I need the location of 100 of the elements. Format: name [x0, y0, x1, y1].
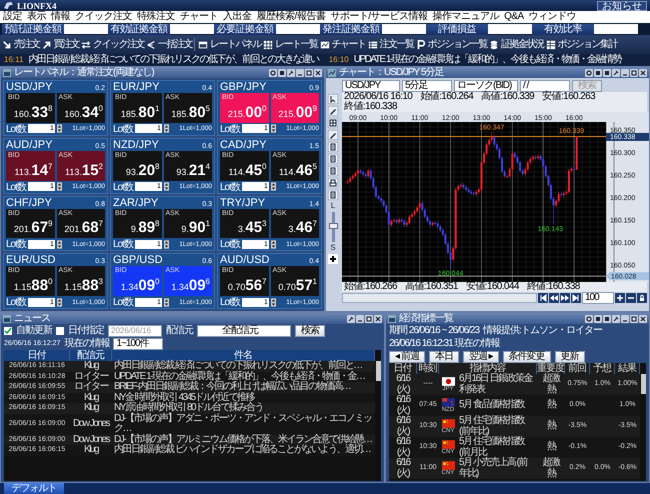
menu-item[interactable]: 特殊注文	[137, 11, 175, 23]
copy-icon[interactable]	[278, 68, 286, 76]
toolbar-button[interactable]: レートパネル	[194, 38, 261, 51]
menu-item[interactable]: 設定	[3, 11, 22, 23]
toolbar-button[interactable]: 証拠金状況	[489, 38, 544, 51]
document-icon[interactable]	[328, 154, 338, 164]
news-headline[interactable]: UPDATE 1-現在の金融環境は「緩和的」、今後も経済・物価・金融情勢	[354, 54, 622, 66]
spinner-icon[interactable]	[270, 298, 276, 306]
document-icon[interactable]	[328, 166, 338, 176]
menu-item[interactable]: チャート	[180, 11, 218, 23]
table-cell[interactable]: NY金 時間外取引 4345ドル付近で推移	[112, 392, 375, 403]
spinner-icon[interactable]	[56, 182, 62, 191]
range-select[interactable]: 1~100件	[113, 338, 164, 350]
spinner-icon[interactable]	[56, 124, 62, 134]
source-select[interactable]: 全配信元	[197, 324, 292, 336]
toolbar-button[interactable]: 翌週 ▸	[462, 350, 499, 362]
spinner-icon[interactable]	[270, 182, 276, 191]
pencil-icon[interactable]	[328, 130, 338, 140]
menu-item[interactable]: ウィンドウ	[528, 11, 576, 23]
lock-icon[interactable]	[637, 293, 647, 303]
toolbar-button[interactable]: 更新	[554, 350, 585, 362]
toolbar-button[interactable]: チャート	[320, 38, 366, 51]
menu-item[interactable]: 情報	[51, 11, 70, 23]
table-cell[interactable]: 6月16日 日銀政策金利発表	[457, 374, 537, 395]
cursor-icon[interactable]	[328, 94, 338, 104]
chart-icon[interactable]	[320, 40, 330, 50]
minimize-icon[interactable]	[621, 68, 629, 76]
close-icon[interactable]	[314, 68, 322, 76]
pencil-icon[interactable]	[328, 106, 338, 116]
toolbar-button[interactable]: レート一覧	[263, 38, 318, 51]
list-icon[interactable]	[368, 40, 378, 50]
notice-button[interactable]: お知らせ	[597, 0, 647, 10]
first-icon[interactable]	[538, 293, 548, 303]
minus-icon[interactable]	[626, 293, 636, 303]
table-icon[interactable]	[546, 40, 556, 50]
maximize-icon[interactable]	[365, 314, 373, 322]
coins-icon[interactable]	[489, 40, 499, 50]
rewind-icon[interactable]	[549, 293, 559, 303]
table-cell[interactable]: 5月 小売売上高 (前年比)	[457, 458, 537, 479]
menu-item[interactable]: 入出金	[223, 11, 252, 23]
gear-icon[interactable]	[585, 314, 593, 322]
document-icon[interactable]	[328, 190, 338, 200]
spinner-icon[interactable]	[164, 182, 169, 191]
grid-icon[interactable]	[328, 118, 338, 128]
spinner-icon[interactable]	[270, 240, 276, 249]
spinner-icon[interactable]	[56, 298, 62, 306]
menu-item[interactable]: Q&A	[504, 11, 524, 23]
date-field[interactable]: / /	[520, 80, 570, 92]
gear-icon[interactable]	[585, 68, 593, 76]
period-select[interactable]: 5分足	[402, 80, 452, 92]
checkbox[interactable]	[56, 326, 64, 334]
toolbar-button[interactable]: 条件変更	[502, 350, 551, 362]
printer-icon[interactable]	[328, 178, 338, 188]
workspace-tab[interactable]: デフォルト	[4, 483, 64, 494]
table-cell[interactable]: 5月 住宅価格指数 (前年比)	[457, 416, 537, 437]
table-cell[interactable]: UPDATE 1-現在の金融環境は「緩和的」、今後も経済・物価・金…	[112, 372, 375, 382]
table-cell[interactable]: 内田日銀副総裁 経済についての下振れリスクの低下が、前回と…	[112, 361, 375, 372]
table-cell[interactable]: NY原油 時間外取引 80ドル台で揉み合う	[112, 403, 375, 414]
minimize-icon[interactable]	[356, 314, 364, 322]
toolbar-button[interactable]: クイック注文	[81, 38, 144, 51]
document-icon[interactable]	[328, 142, 338, 152]
chart-type-select[interactable]: ローソク(BID)	[454, 80, 518, 92]
toolbar-button[interactable]: 注文一覧	[368, 38, 414, 51]
menu-item[interactable]: 操作マニュアル	[432, 11, 500, 23]
checkbox[interactable]	[4, 326, 12, 334]
swap-arrows-icon[interactable]	[81, 40, 91, 50]
grid-icon[interactable]	[263, 40, 273, 50]
spinner-icon[interactable]	[270, 124, 276, 134]
toolbar-button[interactable]: 本日	[428, 350, 459, 362]
close-icon[interactable]	[639, 68, 647, 76]
menu-item[interactable]: 履歴検索/報告書	[256, 11, 326, 23]
minimize-icon[interactable]	[296, 68, 304, 76]
spinner-icon[interactable]	[56, 240, 62, 249]
maximize-icon[interactable]	[630, 314, 638, 322]
close-icon[interactable]	[639, 314, 647, 322]
count-select[interactable]: 100	[582, 292, 614, 304]
down-arrow-icon[interactable]	[2, 40, 12, 50]
table-cell[interactable]: BRIEF-内田日銀副総裁：今回の利上げは幅広い品目の物価高…	[112, 382, 375, 392]
gear-icon[interactable]	[269, 68, 277, 76]
toolbar-button[interactable]: ◂ 前週	[389, 350, 425, 362]
menu-item[interactable]: 表示	[27, 11, 46, 23]
last-icon[interactable]	[571, 293, 581, 303]
menu-item[interactable]: クイック注文	[75, 11, 132, 23]
pair-select[interactable]: USD/JPY	[342, 80, 400, 92]
news-headline[interactable]: 内田日銀副総裁 経済についての下振れリスクの低下が、前回との大きな違い	[28, 54, 319, 66]
table-cell[interactable]: DJ-【市場の声】アルミニウム価格が下落、米イラン合意で供給懸…	[112, 434, 375, 445]
scrollbar[interactable]	[376, 361, 381, 381]
table-cell[interactable]: 内田日銀副総裁 ビハインドザカーブに陥ることがないよう、適切…	[112, 445, 375, 456]
toolbar-button[interactable]: ポジション集計	[546, 38, 617, 51]
plus-icon[interactable]	[328, 254, 338, 264]
close-icon[interactable]	[374, 314, 382, 322]
spinner-icon[interactable]	[164, 298, 169, 306]
up-arrow-icon[interactable]	[42, 40, 52, 50]
search-button[interactable]: 検索	[295, 324, 326, 336]
scrollbar[interactable]	[342, 293, 537, 303]
table-cell[interactable]: DJ-【市場の声】アダニ・ポーツ・アンド・スペシャル・エコノミック…	[112, 414, 375, 434]
menu-item[interactable]: サポート/サービス情報	[330, 11, 428, 23]
share-icon[interactable]	[146, 40, 156, 50]
fast-forward-icon[interactable]	[560, 293, 570, 303]
toolbar-button[interactable]: 売注文	[2, 38, 40, 51]
